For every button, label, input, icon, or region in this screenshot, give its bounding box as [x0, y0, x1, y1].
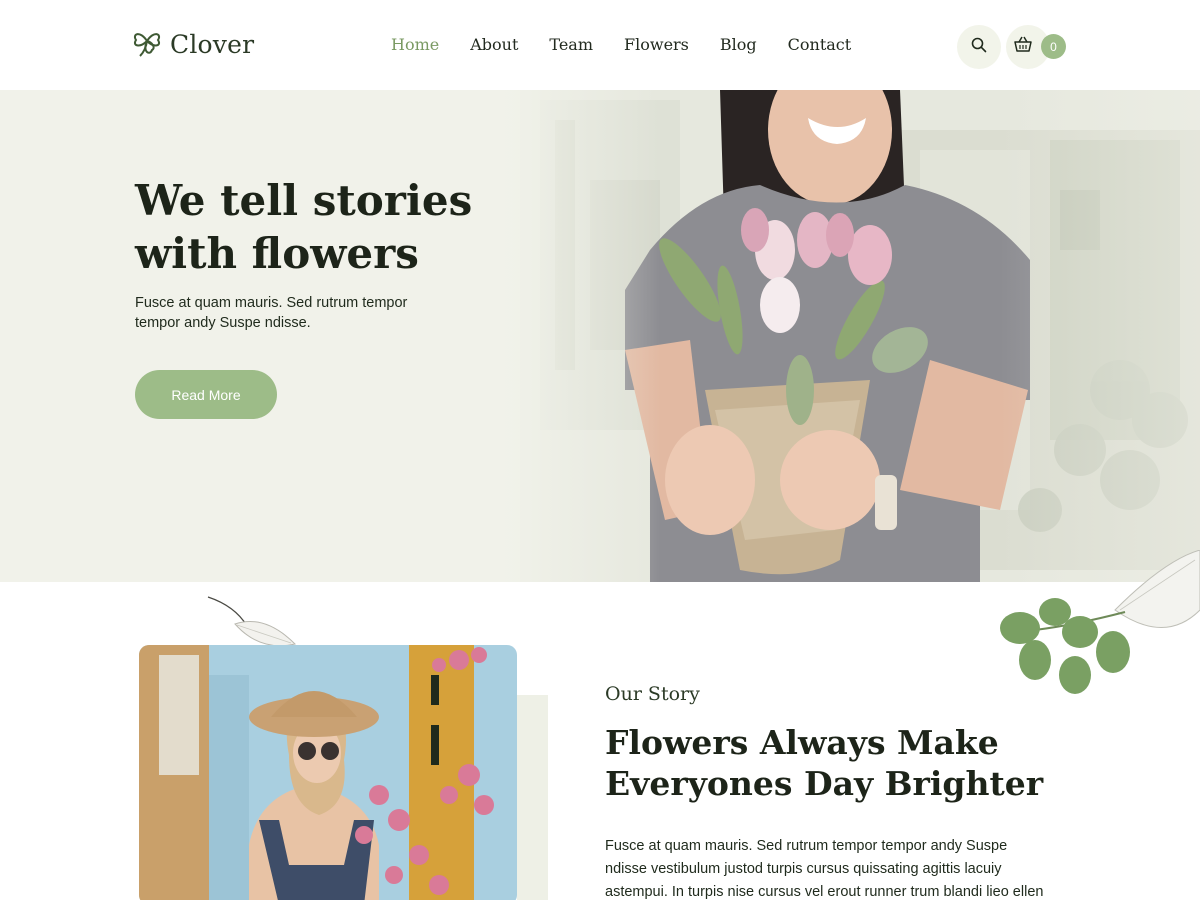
- search-button[interactable]: [957, 25, 1001, 69]
- story-title: Flowers Always Make Everyones Day Bright…: [605, 722, 1125, 804]
- nav-contact[interactable]: Contact: [788, 35, 852, 54]
- logo[interactable]: Clover: [130, 26, 254, 63]
- clover-logo-icon: [130, 26, 164, 63]
- site-header: Clover Home About Team Flowers Blog Cont…: [0, 0, 1200, 90]
- hero-title-line2: with flowers: [135, 229, 419, 278]
- hero-text: Fusce at quam mauris. Sed rutrum tempor …: [135, 295, 408, 331]
- story-text-line: ndisse vestibulum justod turpis cursus q…: [605, 861, 1002, 877]
- hero-section: We tell stories with flowers Fusce at qu…: [0, 90, 1200, 582]
- story-title-line1: Flowers Always Make: [605, 723, 999, 762]
- story-text-line: Fusce at quam mauris. Sed rutrum tempor …: [605, 838, 1008, 854]
- story-kicker: Our Story: [605, 683, 700, 705]
- leaf-decoration-left: [207, 596, 296, 647]
- hero-image: [0, 90, 1200, 582]
- main-nav: Home About Team Flowers Blog Contact: [391, 35, 851, 54]
- hero-title: We tell stories with flowers: [135, 174, 555, 280]
- hero-title-line1: We tell stories: [135, 176, 473, 225]
- search-icon: [971, 37, 987, 58]
- story-decor-block: [517, 695, 548, 900]
- logo-text: Clover: [170, 30, 255, 59]
- story-text: Fusce at quam mauris. Sed rutrum tempor …: [605, 835, 1075, 900]
- nav-about[interactable]: About: [470, 35, 518, 54]
- nav-flowers[interactable]: Flowers: [624, 35, 689, 54]
- story-image: [139, 645, 517, 900]
- read-more-button[interactable]: Read More: [135, 370, 277, 419]
- nav-team[interactable]: Team: [549, 35, 593, 54]
- story-title-line2: Everyones Day Brighter: [605, 764, 1044, 803]
- nav-blog[interactable]: Blog: [720, 35, 757, 54]
- cart-count-badge: 0: [1041, 34, 1066, 59]
- leaf-decoration-right: [1000, 550, 1200, 694]
- story-text-line: astempui. In turpis nise cursus vel erou…: [605, 884, 1044, 900]
- nav-home[interactable]: Home: [391, 35, 439, 54]
- basket-icon: [1013, 36, 1033, 58]
